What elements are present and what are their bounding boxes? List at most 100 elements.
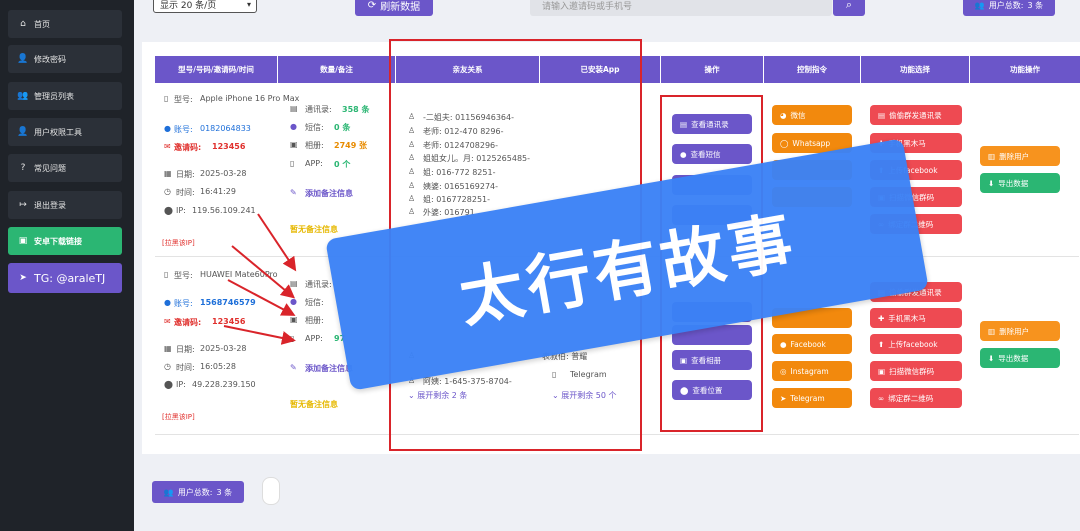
model-label: 型号: — [174, 95, 193, 104]
export-data-button[interactable]: ⬇ 导出数据 — [980, 173, 1060, 193]
button-label: Instagram — [790, 366, 829, 376]
blacklist-ip-link[interactable]: [拉黑该IP] — [162, 412, 195, 422]
time-value: 16:41:29 — [200, 187, 236, 196]
ip-value: 49.228.239.150 — [192, 380, 256, 389]
download-icon: ⬇ — [988, 353, 995, 363]
button-label: 删除用户 — [999, 151, 1030, 161]
contacts-label: 通讯录: — [305, 105, 332, 114]
delete-user-button[interactable]: ▥ 删除用户 — [980, 321, 1060, 341]
sidebar-item-telegram[interactable]: ➤ TG: @araleTJ — [8, 263, 122, 293]
command-wechat-button[interactable]: ◕ 微信 — [772, 105, 852, 125]
button-label: 导出数据 — [998, 178, 1029, 188]
invite-value: 123456 — [212, 142, 246, 151]
sidebar-item-admin-list[interactable]: 👥 管理员列表 — [8, 82, 122, 110]
scan-icon: ▣ — [878, 366, 886, 376]
button-label: 手机黑木马 — [888, 313, 926, 323]
export-data-button[interactable]: ⬇ 导出数据 — [980, 348, 1060, 368]
add-note-link[interactable]: 添加备注信息 — [305, 363, 353, 374]
scroll-indicator[interactable] — [262, 477, 280, 505]
sms-icon: ● — [290, 122, 297, 131]
sidebar-item-label: 常见问题 — [34, 163, 66, 173]
trash-icon: ▥ — [988, 151, 996, 161]
page-size-value: 显示 20 条/页 — [160, 0, 217, 11]
app-label: APP: — [305, 159, 323, 168]
command-telegram-button[interactable]: ➤ Telegram — [772, 388, 852, 408]
column-header: 控制指令 — [764, 56, 860, 83]
logout-icon: ↦ — [19, 200, 27, 210]
function-scan-wechat-button[interactable]: ▣ 扫描微信群码 — [870, 361, 962, 381]
sidebar-item-logout[interactable]: ↦ 退出登录 — [8, 191, 122, 219]
sidebar-item-label: 修改密码 — [34, 54, 66, 64]
users-icon: 👥 — [974, 0, 985, 10]
sidebar-item-change-password[interactable]: 👤 修改密码 — [8, 45, 122, 73]
button-label: Telegram — [790, 393, 825, 403]
column-header: 型号/号码/邀请码/时间 — [155, 56, 277, 83]
edit-icon: ✎ — [290, 188, 297, 197]
mail-icon: ✉ — [164, 317, 171, 326]
search-button[interactable]: ⌕ — [833, 0, 865, 16]
location-icon: ⬤ — [164, 206, 173, 215]
function-trojan-button[interactable]: ✚ 手机黑木马 — [870, 308, 962, 328]
invite-label: 邀请码: — [174, 318, 202, 327]
sidebar-item-faq[interactable]: ? 常见问题 — [8, 154, 122, 182]
sms-label: 短信: — [305, 123, 324, 132]
sidebar-item-label: 安卓下载链接 — [34, 236, 82, 246]
album-label: 相册: — [305, 141, 324, 150]
model-label: 型号: — [174, 271, 193, 280]
contacts-count: 358 条 — [342, 105, 370, 114]
user-total-value: 3 条 — [216, 487, 233, 497]
column-header: 功能选择 — [861, 56, 969, 83]
account-label: 账号: — [174, 125, 193, 134]
command-facebook-button[interactable]: ● Facebook — [772, 334, 852, 354]
command-instagram-button[interactable]: ◎ Instagram — [772, 361, 852, 381]
send-icon: ▤ — [878, 110, 886, 120]
home-icon: ⌂ — [20, 19, 26, 29]
app-count: 0 个 — [334, 160, 351, 169]
function-bind-qr-button[interactable]: ∞ 绑定群二维码 — [870, 388, 962, 408]
sidebar-item-permission-tool[interactable]: 👤 用户权限工具 — [8, 118, 122, 146]
annotation-arrows — [223, 213, 297, 345]
download-icon: ⬇ — [988, 178, 995, 188]
refresh-icon: ⟳ — [367, 0, 377, 11]
upload-icon: ⬆ — [878, 339, 885, 349]
link-icon: ∞ — [878, 393, 885, 403]
time-label: 时间: — [176, 188, 195, 197]
mail-icon: ✉ — [164, 142, 171, 151]
time-label: 时间: — [176, 363, 195, 372]
button-label: 删除用户 — [999, 326, 1030, 336]
sidebar-item-label: 用户权限工具 — [34, 127, 82, 137]
user-total-badge-footer: 👥 用户总数: 3 条 — [152, 481, 244, 503]
user-icon: ● — [164, 124, 171, 133]
telegram-icon: ➤ — [780, 393, 787, 403]
add-note-link[interactable]: 添加备注信息 — [305, 188, 353, 199]
user-gear-icon: 👤 — [17, 127, 29, 137]
user-total-label: 用户总数: — [177, 487, 213, 497]
column-header: 数量/备注 — [278, 56, 395, 83]
button-label: 扫描微信群码 — [889, 366, 935, 376]
chevron-down-icon: ▾ — [246, 0, 251, 9]
search-input[interactable]: 请输入邀请码或手机号 — [530, 0, 832, 16]
sidebar-item-label: 退出登录 — [34, 200, 66, 210]
sidebar-item-home[interactable]: ⌂ 首页 — [8, 10, 122, 38]
location-icon: ⬤ — [164, 380, 173, 389]
sidebar: ⌂ 首页 👤 修改密码 👥 管理员列表 👤 用户权限工具 ? 常见问题 ↦ 退出… — [0, 0, 134, 531]
page-size-select[interactable]: 显示 20 条/页 ▾ — [153, 0, 257, 13]
sidebar-item-label: 首页 — [34, 19, 50, 29]
no-note-text: 暂无备注信息 — [290, 400, 338, 409]
ip-label: IP: — [176, 380, 186, 389]
calendar-icon: ▦ — [164, 344, 172, 353]
function-mass-send-button[interactable]: ▤ 偷偷群发通讯录 — [870, 105, 962, 125]
refresh-button[interactable]: ⟳ 刷新数据 — [355, 0, 433, 16]
blacklist-ip-link[interactable]: [拉黑该IP] — [162, 238, 195, 248]
phone-icon: ▯ — [164, 270, 169, 279]
sidebar-item-label: 管理员列表 — [34, 91, 74, 101]
delete-user-button[interactable]: ▥ 删除用户 — [980, 146, 1060, 166]
date-label: 日期: — [176, 170, 195, 179]
account-label: 账号: — [174, 299, 193, 308]
time-value: 16:05:28 — [200, 362, 236, 371]
sms-count: 0 条 — [334, 123, 351, 132]
sidebar-item-android-download[interactable]: ▣ 安卓下载链接 — [8, 227, 122, 255]
sidebar-item-label: TG: @araleTJ — [34, 271, 106, 285]
button-label: Whatsapp — [792, 138, 831, 148]
function-upload-facebook-button[interactable]: ⬆ 上传facebook — [870, 334, 962, 354]
